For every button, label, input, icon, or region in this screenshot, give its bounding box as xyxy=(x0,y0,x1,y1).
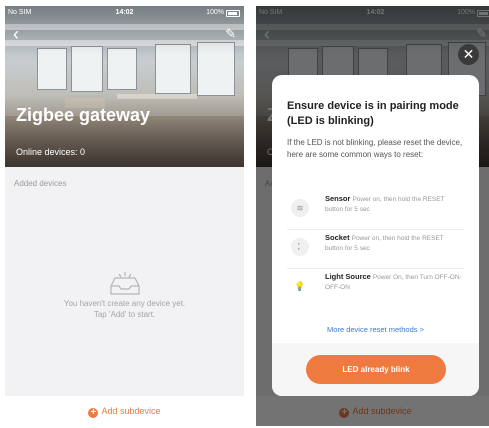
empty-message-line2: Tap 'Add' to start. xyxy=(93,310,156,319)
reset-method-socket: ⠅ Socket Power on, then hold the RESET bu… xyxy=(287,230,464,269)
add-subdevice-button[interactable]: + Add subdevice xyxy=(5,406,244,418)
online-devices-count: Online devices: 0 xyxy=(16,147,86,157)
reset-method-text: Socket Power on, then hold the RESET butt… xyxy=(325,233,463,254)
hero-image xyxy=(5,6,244,167)
battery-icon xyxy=(226,10,240,17)
sensor-icon: ≋ xyxy=(291,199,309,217)
gateway-screen-with-modal: No SIM 14:02 100% ‹ ✎ Zigbee gateway Onl… xyxy=(256,6,489,426)
more-reset-methods-link[interactable]: More device reset methods > xyxy=(272,325,479,334)
socket-icon: ⠅ xyxy=(291,238,309,256)
reset-method-sensor: ≋ Sensor Power on, then hold the RESET bu… xyxy=(287,191,464,230)
led-already-blink-button[interactable]: LED already blink xyxy=(306,355,446,384)
reset-method-light-source: 💡 Light Source Power On, then Turn OFF-ON… xyxy=(287,269,464,307)
reset-method-text: Light Source Power On, then Turn OFF-ON-O… xyxy=(325,272,463,293)
dialog-title: Ensure device is in pairing mode (LED is… xyxy=(287,100,459,127)
section-label: Added devices xyxy=(14,179,67,188)
pairing-mode-dialog: Ensure device is in pairing mode (LED is… xyxy=(272,75,479,396)
reset-method-name: Socket xyxy=(325,233,350,242)
bottom-bar: +Add subdevice xyxy=(5,396,244,426)
empty-message: You haven't create any device yet. Tap '… xyxy=(5,298,244,320)
plus-circle-icon: + xyxy=(88,408,99,418)
reset-method-name: Light Source xyxy=(325,272,371,281)
close-icon[interactable]: ✕ xyxy=(458,44,479,65)
gateway-screen: No SIM 14:02 100% ‹ ✎ Zigbee gateway Onl… xyxy=(5,6,244,426)
status-bar: No SIM 14:02 100% xyxy=(5,8,244,20)
dialog-description: If the LED is not blinking, please reset… xyxy=(287,138,463,159)
battery-percent: 100% xyxy=(206,9,224,16)
reset-method-text: Sensor Power on, then hold the RESET butt… xyxy=(325,194,463,215)
bulb-icon: 💡 xyxy=(291,277,309,295)
device-list: Added devices You haven't create any dev… xyxy=(5,167,244,396)
empty-tray-icon xyxy=(110,272,140,295)
page-title: Zigbee gateway xyxy=(16,105,151,125)
dialog-footer: LED already blink xyxy=(272,343,479,396)
reset-method-name: Sensor xyxy=(325,194,351,203)
pencil-icon[interactable]: ✎ xyxy=(225,26,236,42)
chevron-left-icon[interactable]: ‹ xyxy=(13,25,19,43)
empty-message-line1: You haven't create any device yet. xyxy=(63,299,186,308)
add-subdevice-label: Add subdevice xyxy=(101,406,161,416)
